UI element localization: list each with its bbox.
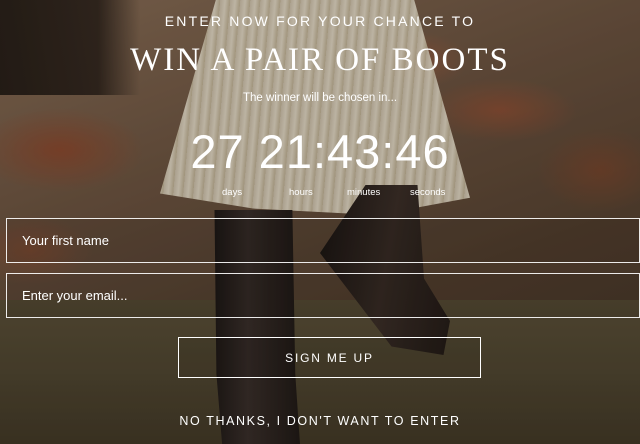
email-input[interactable] [7, 274, 639, 317]
countdown-hours-label: hours [289, 187, 313, 198]
countdown-minutes-label: minutes [347, 187, 381, 198]
sign-up-button[interactable]: SIGN ME UP [178, 337, 481, 378]
countdown-days-label: days [222, 187, 243, 198]
signup-popup: ENTER NOW FOR YOUR CHANCE TO WIN A PAIR … [0, 0, 640, 444]
email-field [6, 273, 640, 318]
countdown-timer: 27 21:43:46 [190, 125, 450, 178]
popup-subtitle: The winner will be chosen in... [242, 92, 398, 104]
first-name-input[interactable] [7, 219, 639, 262]
first-name-field [6, 218, 640, 263]
decline-link[interactable]: NO THANKS, I DON'T WANT TO ENTER [0, 414, 640, 428]
countdown-seconds-label: seconds [410, 187, 446, 198]
eyebrow-text: ENTER NOW FOR YOUR CHANCE TO [164, 13, 476, 29]
popup-title: WIN A PAIR OF BOOTS [130, 42, 510, 78]
